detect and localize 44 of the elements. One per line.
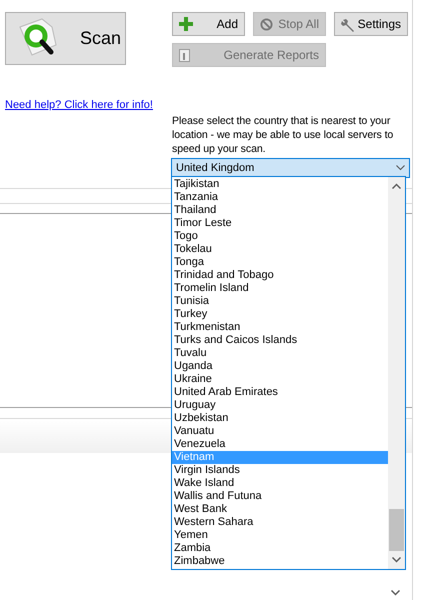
add-button[interactable]: Add bbox=[172, 12, 245, 36]
prohibited-icon bbox=[260, 18, 273, 30]
country-option[interactable]: Timor Leste bbox=[172, 217, 388, 230]
chevron-down-icon bbox=[396, 165, 405, 171]
country-option[interactable]: Vanuatu bbox=[172, 425, 388, 438]
scroll-up-icon[interactable] bbox=[392, 183, 401, 189]
plus-icon bbox=[179, 17, 193, 31]
country-option[interactable]: Togo bbox=[172, 230, 388, 243]
country-option[interactable]: Uruguay bbox=[172, 399, 388, 412]
scroll-down-icon[interactable] bbox=[392, 557, 401, 563]
country-option[interactable]: Wake Island bbox=[172, 477, 388, 490]
scan-button[interactable]: Scan bbox=[5, 12, 126, 65]
country-option[interactable]: Uzbekistan bbox=[172, 412, 388, 425]
country-option[interactable]: Uganda bbox=[172, 360, 388, 373]
country-option[interactable]: Trinidad and Tobago bbox=[172, 269, 388, 282]
country-option[interactable]: Yemen bbox=[172, 529, 388, 542]
country-option[interactable]: United Arab Emirates bbox=[172, 386, 388, 399]
country-option[interactable]: Tunisia bbox=[172, 295, 388, 308]
country-option[interactable]: Tuvalu bbox=[172, 347, 388, 360]
country-option[interactable]: Western Sahara bbox=[172, 516, 388, 529]
country-option[interactable]: Zimbabwe bbox=[172, 555, 388, 568]
country-option[interactable]: Tromelin Island bbox=[172, 282, 388, 295]
country-option[interactable]: Turkmenistan bbox=[172, 321, 388, 334]
chevron-down-icon[interactable] bbox=[391, 590, 400, 596]
settings-button[interactable]: Settings bbox=[334, 12, 408, 36]
document-icon bbox=[179, 48, 190, 62]
country-option[interactable]: Tokelau bbox=[172, 243, 388, 256]
wrench-icon bbox=[341, 16, 356, 32]
country-option[interactable]: West Bank bbox=[172, 503, 388, 516]
help-link[interactable]: Need help? Click here for info! bbox=[5, 99, 153, 112]
country-option[interactable]: Turks and Caicos Islands bbox=[172, 334, 388, 347]
country-option[interactable]: Tanzania bbox=[172, 191, 388, 204]
country-option[interactable]: Turkey bbox=[172, 308, 388, 321]
country-option[interactable]: Thailand bbox=[172, 204, 388, 217]
country-option[interactable]: Tajikistan bbox=[172, 178, 388, 191]
country-option[interactable]: Virgin Islands bbox=[172, 464, 388, 477]
scrollbar-thumb[interactable] bbox=[389, 509, 404, 551]
country-option[interactable]: Ukraine bbox=[172, 373, 388, 386]
country-prompt: Please select the country that is nearest to your location - we may be able to use local servers to speed up your scan. bbox=[172, 114, 394, 156]
country-option[interactable]: Venezuela bbox=[172, 438, 388, 451]
country-option[interactable]: Wallis and Futuna bbox=[172, 490, 388, 503]
country-option[interactable]: Tonga bbox=[172, 256, 388, 269]
country-dropdown[interactable]: United Kingdom bbox=[171, 158, 410, 178]
country-option[interactable]: Zambia bbox=[172, 542, 388, 555]
